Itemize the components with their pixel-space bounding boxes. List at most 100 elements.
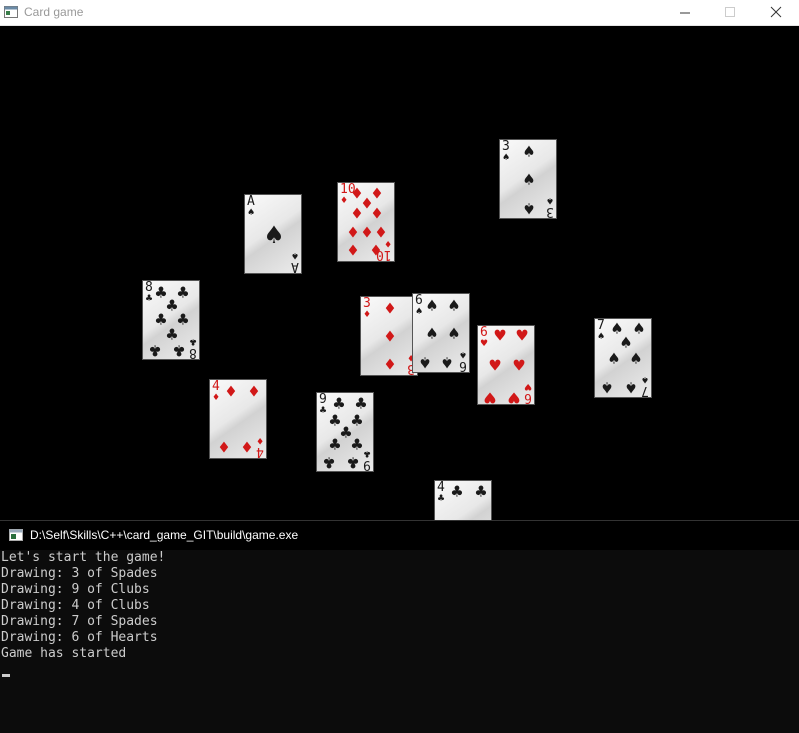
card-6-spades[interactable]: 6 ♠ ♠ ♠ ♠ ♠ ♠ ♠ ♠ 6	[412, 293, 470, 373]
console-window-titlebar[interactable]: D:\Self\Skills\C++\card_game_GIT\build\g…	[0, 520, 799, 550]
club-icon: ♣	[350, 435, 364, 454]
diamond-icon: ♦	[360, 223, 374, 242]
card-6-hearts[interactable]: 6 ♥ ♥ ♥ ♥ ♥ ♥ ♥ ♥ 6	[477, 325, 535, 405]
console-line: Drawing: 9 of Clubs	[1, 582, 150, 597]
card-rank: 4	[437, 480, 445, 495]
spade-icon: ♠	[632, 319, 646, 338]
diamond-icon: ♦	[383, 299, 397, 318]
console-line: Drawing: 4 of Clubs	[1, 598, 150, 613]
window-title: Card game	[24, 5, 84, 19]
game-canvas[interactable]: 3 ♠ ♠ ♠ ♠ ♠ 3 A ♠ ♠ ♠ A 10 ♦ ♦ ♦ ♦ ♦ ♦ ♦…	[0, 26, 799, 520]
game-window-titlebar[interactable]: Card game	[0, 0, 799, 26]
diamond-icon: ♦	[363, 310, 372, 320]
heart-icon: ♥	[483, 388, 497, 405]
spade-icon: ♠	[415, 307, 424, 317]
club-icon: ♣	[145, 294, 154, 304]
club-icon: ♣	[172, 341, 186, 360]
club-icon: ♣	[328, 435, 342, 454]
card-4-diamonds[interactable]: 4 ♦ ♦ ♦ ♦ ♦ ♦ 4	[209, 379, 267, 459]
heart-icon: ♥	[512, 356, 526, 375]
spade-icon: ♠	[597, 332, 606, 342]
club-icon: ♣	[176, 310, 190, 329]
diamond-icon: ♦	[370, 204, 384, 223]
spade-icon: ♠	[263, 221, 285, 249]
card-rank: A	[247, 194, 255, 209]
card-rank: 6	[415, 293, 423, 308]
card-rank: 7	[597, 318, 605, 333]
card-rank: 3	[363, 296, 371, 311]
card-a-spades[interactable]: A ♠ ♠ ♠ A	[244, 194, 302, 274]
console-line: Game has started	[1, 646, 127, 661]
diamond-icon: ♦	[212, 393, 221, 403]
club-icon: ♣	[346, 453, 360, 472]
console-line: Drawing: 3 of Spades	[1, 566, 158, 581]
spade-icon: ♠	[502, 153, 511, 163]
console-line: Drawing: 7 of Spades	[1, 614, 158, 629]
card-rank: A	[291, 259, 299, 274]
card-rank: 10	[376, 247, 392, 262]
diamond-icon: ♦	[346, 223, 360, 242]
card-rank: 9	[363, 457, 371, 472]
diamond-icon: ♦	[350, 204, 364, 223]
heart-icon: ♥	[488, 356, 502, 375]
card-rank: 3	[502, 139, 510, 154]
club-icon: ♣	[332, 394, 346, 413]
club-icon: ♣	[474, 482, 488, 501]
card-rank: 6	[524, 390, 532, 405]
spade-icon: ♠	[629, 349, 643, 368]
card-rank: 4	[256, 444, 264, 459]
card-4-clubs[interactable]: 4 ♣ ♣ ♣	[434, 480, 492, 520]
card-rank: 7	[641, 383, 649, 398]
club-icon: ♣	[148, 341, 162, 360]
card-8-clubs[interactable]: 8 ♣ ♣ ♣ ♣ ♣ ♣ ♣ ♣ ♣ ♣ 8	[142, 280, 200, 360]
diamond-icon: ♦	[224, 382, 238, 401]
spade-icon: ♠	[447, 324, 461, 343]
spade-icon: ♠	[425, 324, 439, 343]
club-icon: ♣	[319, 406, 328, 416]
app-window-icon	[4, 6, 18, 18]
minimize-button[interactable]	[661, 0, 707, 26]
spade-icon: ♠	[522, 142, 536, 161]
card-rank: 8	[189, 345, 197, 360]
club-icon: ♣	[437, 494, 446, 504]
spade-icon: ♠	[247, 208, 256, 218]
club-icon: ♣	[354, 394, 368, 413]
club-icon: ♣	[165, 325, 179, 344]
card-rank: 3	[546, 204, 554, 219]
spade-icon: ♠	[522, 170, 536, 189]
text-cursor	[2, 674, 10, 677]
card-3-spades[interactable]: 3 ♠ ♠ ♠ ♠ ♠ 3	[499, 139, 557, 219]
diamond-icon: ♦	[247, 382, 261, 401]
spade-icon: ♠	[607, 349, 621, 368]
spade-icon: ♠	[600, 378, 614, 397]
diamond-icon: ♦	[346, 241, 360, 260]
spade-icon: ♠	[425, 296, 439, 315]
spade-icon: ♠	[624, 378, 638, 397]
close-icon	[770, 6, 782, 18]
close-button[interactable]	[753, 0, 799, 26]
heart-icon: ♥	[480, 339, 489, 349]
card-rank: 6	[480, 325, 488, 340]
maximize-button[interactable]	[707, 0, 753, 26]
card-7-spades[interactable]: 7 ♠ ♠ ♠ ♠ ♠ ♠ ♠ ♠ ♠ 7	[594, 318, 652, 398]
spade-icon: ♠	[522, 199, 536, 218]
console-line: Drawing: 6 of Hearts	[1, 630, 158, 645]
card-rank: 8	[145, 280, 153, 295]
club-icon: ♣	[450, 482, 464, 501]
spade-icon: ♠	[447, 296, 461, 315]
card-3-diamonds[interactable]: 3 ♦ ♦ ♦ ♦ ♦ 3	[360, 296, 418, 376]
diamond-icon: ♦	[217, 438, 231, 457]
heart-icon: ♥	[507, 388, 521, 405]
spade-icon: ♠	[418, 353, 432, 372]
card-9-clubs[interactable]: 9 ♣ ♣ ♣ ♣ ♣ ♣ ♣ ♣ ♣ ♣ ♣ 9	[316, 392, 374, 472]
heart-icon: ♥	[493, 326, 507, 345]
maximize-icon	[725, 7, 735, 17]
card-10-diamonds[interactable]: 10 ♦ ♦ ♦ ♦ ♦ ♦ ♦ ♦ ♦ ♦ ♦ ♦ 10	[337, 182, 395, 262]
spade-icon: ♠	[619, 333, 633, 352]
console-line: Let's start the game!	[1, 550, 166, 565]
diamond-icon: ♦	[383, 355, 397, 374]
console-output[interactable]: Let's start the game! Drawing: 3 of Spad…	[0, 550, 799, 733]
card-rank: 9	[319, 392, 327, 407]
console-title: D:\Self\Skills\C++\card_game_GIT\build\g…	[30, 528, 299, 542]
card-rank: 6	[459, 358, 467, 373]
